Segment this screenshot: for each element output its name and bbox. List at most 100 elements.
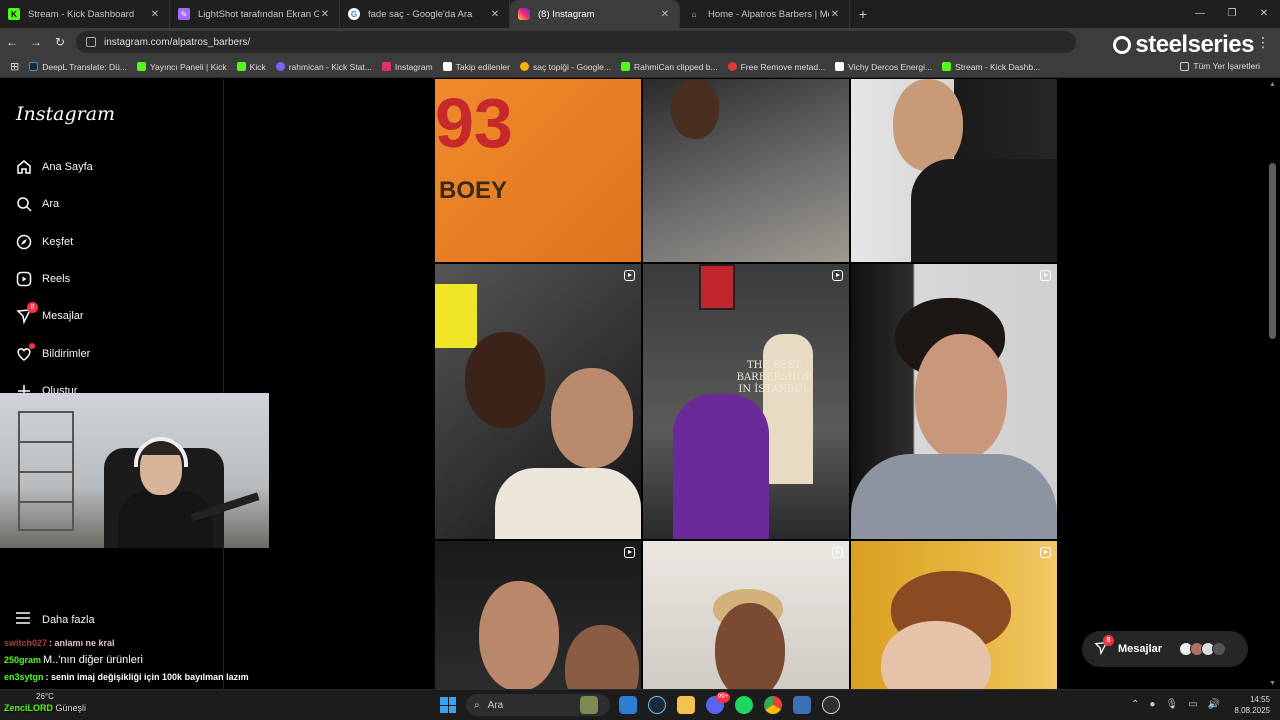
apps-icon[interactable]: ⊞ xyxy=(10,60,19,73)
photo-shirt xyxy=(911,159,1057,262)
windows-taskbar: ⌕ Ara 99+ ⌃ ● 🎙 ▭ 🔊 14:55 8.08.2025 xyxy=(0,689,1280,720)
nav-explore[interactable]: Keşfet xyxy=(16,234,73,250)
volume-icon[interactable]: 🔊 xyxy=(1208,699,1220,710)
caption-line: IN İSTANBUL xyxy=(738,384,810,395)
photos-icon[interactable] xyxy=(619,696,637,714)
nav-messages[interactable]: 8 Mesajlar xyxy=(16,302,84,324)
close-icon[interactable]: ✕ xyxy=(489,9,501,20)
chevron-up-icon[interactable]: ⌃ xyxy=(1131,699,1139,710)
post-barbershop[interactable]: THE BEST BARBERSHOP IN İSTANBUL xyxy=(643,264,849,539)
address-bar[interactable]: instagram.com/alpatros_barbers/ xyxy=(76,31,1076,53)
tray-app-icon[interactable]: ● xyxy=(1149,699,1155,710)
widgets-icon[interactable] xyxy=(580,696,598,714)
app-icon[interactable] xyxy=(793,696,811,714)
discord-badge: 99+ xyxy=(716,692,730,703)
bookmark-kick-stats[interactable]: rahmican - Kick Stat... xyxy=(275,61,372,72)
scrollbar-thumb[interactable] xyxy=(1269,163,1276,339)
scroll-up-icon[interactable]: ▲ xyxy=(1269,81,1276,88)
search-icon xyxy=(16,196,32,212)
spotify-icon[interactable] xyxy=(735,696,753,714)
photo-face xyxy=(671,79,719,139)
post-jersey[interactable]: 93 BOEY xyxy=(435,79,641,262)
tab-lightshot[interactable]: ✎ LightShot tarafından Ekran Gör ✕ xyxy=(170,0,340,28)
all-bookmarks[interactable]: Tüm Yer İşaretleri xyxy=(1180,61,1260,71)
nav-reels[interactable]: Reels xyxy=(16,271,70,287)
post-selfie-two[interactable] xyxy=(435,541,641,689)
messages-badge: 8 xyxy=(1103,634,1114,646)
chrome-icon[interactable] xyxy=(764,696,782,714)
photo-face xyxy=(479,581,559,689)
google-icon: G xyxy=(348,8,360,20)
chat-text: Güneşli xyxy=(55,703,87,713)
bookmark-label: saç topiği - Google... xyxy=(533,61,611,72)
instagram-icon xyxy=(518,8,530,20)
bookmark-kick-panel[interactable]: Yayıncı Paneli | Kick xyxy=(136,61,227,72)
tab-alpatros-home[interactable]: ⌂ Home - Alpatros Barbers | Men ✕ xyxy=(680,0,850,28)
reel-icon xyxy=(832,547,843,558)
bookmark-vichy[interactable]: Vichy Dercos Energi... xyxy=(835,62,932,72)
bookmark-x-following[interactable]: Takip edilenler xyxy=(442,62,510,72)
close-icon[interactable]: ✕ xyxy=(319,9,331,20)
discord-icon[interactable]: 99+ xyxy=(706,692,730,714)
tab-google-search[interactable]: G fade saç - Google'da Ara ✕ xyxy=(340,0,510,28)
weather-widget[interactable]: 26°C xyxy=(36,692,54,701)
nav-notifications[interactable]: Bildirimler xyxy=(16,343,90,362)
bookmark-label: Free Remove metad... xyxy=(740,61,826,72)
bookmark-label: Instagram xyxy=(394,61,433,72)
notification-dot xyxy=(29,343,35,349)
bookmark-kick[interactable]: Kick xyxy=(236,62,266,72)
messages-floating-button[interactable]: 8 Mesajlar xyxy=(1082,631,1248,667)
shelf xyxy=(18,411,74,531)
nav-home[interactable]: Ana Sayfa xyxy=(16,159,93,175)
bookmark-label: DeepL Translate: Dü... xyxy=(42,61,127,72)
new-tab-button[interactable]: + xyxy=(850,0,876,28)
post-barber-selfie[interactable] xyxy=(643,79,849,262)
back-icon[interactable]: ← xyxy=(0,35,24,49)
bookmark-google-hair[interactable]: saç topiği - Google... xyxy=(520,62,611,72)
obs-icon[interactable] xyxy=(822,696,840,714)
close-icon[interactable]: ✕ xyxy=(659,9,671,20)
forward-icon[interactable]: → xyxy=(24,35,48,49)
minimize-icon[interactable]: — xyxy=(1184,0,1216,28)
url-text: instagram.com/alpatros_barbers/ xyxy=(104,36,251,48)
bookmark-instagram[interactable]: Instagram xyxy=(381,61,433,72)
browser-tab-strip: K Stream - Kick Dashboard ✕ ✎ LightShot … xyxy=(0,0,1280,28)
nav-more[interactable]: Daha fazla xyxy=(16,612,95,627)
message-avatars xyxy=(1179,642,1227,656)
windows-start-icon[interactable] xyxy=(440,697,456,713)
steam-icon[interactable] xyxy=(648,696,666,714)
reel-icon xyxy=(624,270,635,281)
bookmark-clipped[interactable]: RahmiCan clipped b... xyxy=(620,62,718,72)
bookmark-deepl[interactable]: DeepL Translate: Dü... xyxy=(29,62,127,72)
site-info-icon[interactable] xyxy=(86,37,96,47)
tab-label: (8) Instagram xyxy=(538,8,595,20)
bookmark-label: Yayıncı Paneli | Kick xyxy=(149,61,227,72)
bookmark-label: rahmican - Kick Stat... xyxy=(288,61,372,72)
post-selfie-friends[interactable] xyxy=(435,264,641,539)
browser-menu-icon[interactable]: ⋮ xyxy=(1256,34,1270,51)
messenger-icon: 8 xyxy=(16,302,38,324)
tab-label: fade saç - Google'da Ara xyxy=(368,8,473,20)
post-curly-fade[interactable] xyxy=(851,264,1057,539)
nav-search[interactable]: Ara xyxy=(16,196,59,212)
scroll-down-icon[interactable]: ▼ xyxy=(1269,680,1276,687)
reel-icon xyxy=(1040,547,1051,558)
network-icon[interactable]: ▭ xyxy=(1188,699,1197,710)
bookmark-remove-metadata[interactable]: Free Remove metad... xyxy=(727,61,826,72)
tab-instagram[interactable]: (8) Instagram ✕ xyxy=(510,0,680,28)
taskbar-clock[interactable]: 14:55 8.08.2025 xyxy=(1234,694,1270,716)
page-scrollbar[interactable]: ▲ ▼ xyxy=(1266,79,1280,689)
reload-icon[interactable]: ↻ xyxy=(48,35,72,49)
tab-kick-dashboard[interactable]: K Stream - Kick Dashboard ✕ xyxy=(0,0,170,28)
close-window-icon[interactable]: ✕ xyxy=(1248,0,1280,28)
instagram-logo[interactable]: Instagram xyxy=(16,103,115,125)
close-icon[interactable]: ✕ xyxy=(149,9,161,20)
microphone-icon[interactable]: 🎙 xyxy=(1165,699,1178,710)
bookmark-kick-dashboard[interactable]: Stream - Kick Dashb... xyxy=(942,62,1040,72)
post-peace-sign[interactable] xyxy=(643,541,849,689)
close-icon[interactable]: ✕ xyxy=(829,9,841,20)
post-textured-hair[interactable] xyxy=(851,541,1057,689)
post-profile-side[interactable] xyxy=(851,79,1057,262)
file-explorer-icon[interactable] xyxy=(677,696,695,714)
restore-icon[interactable]: ❐ xyxy=(1216,0,1248,28)
